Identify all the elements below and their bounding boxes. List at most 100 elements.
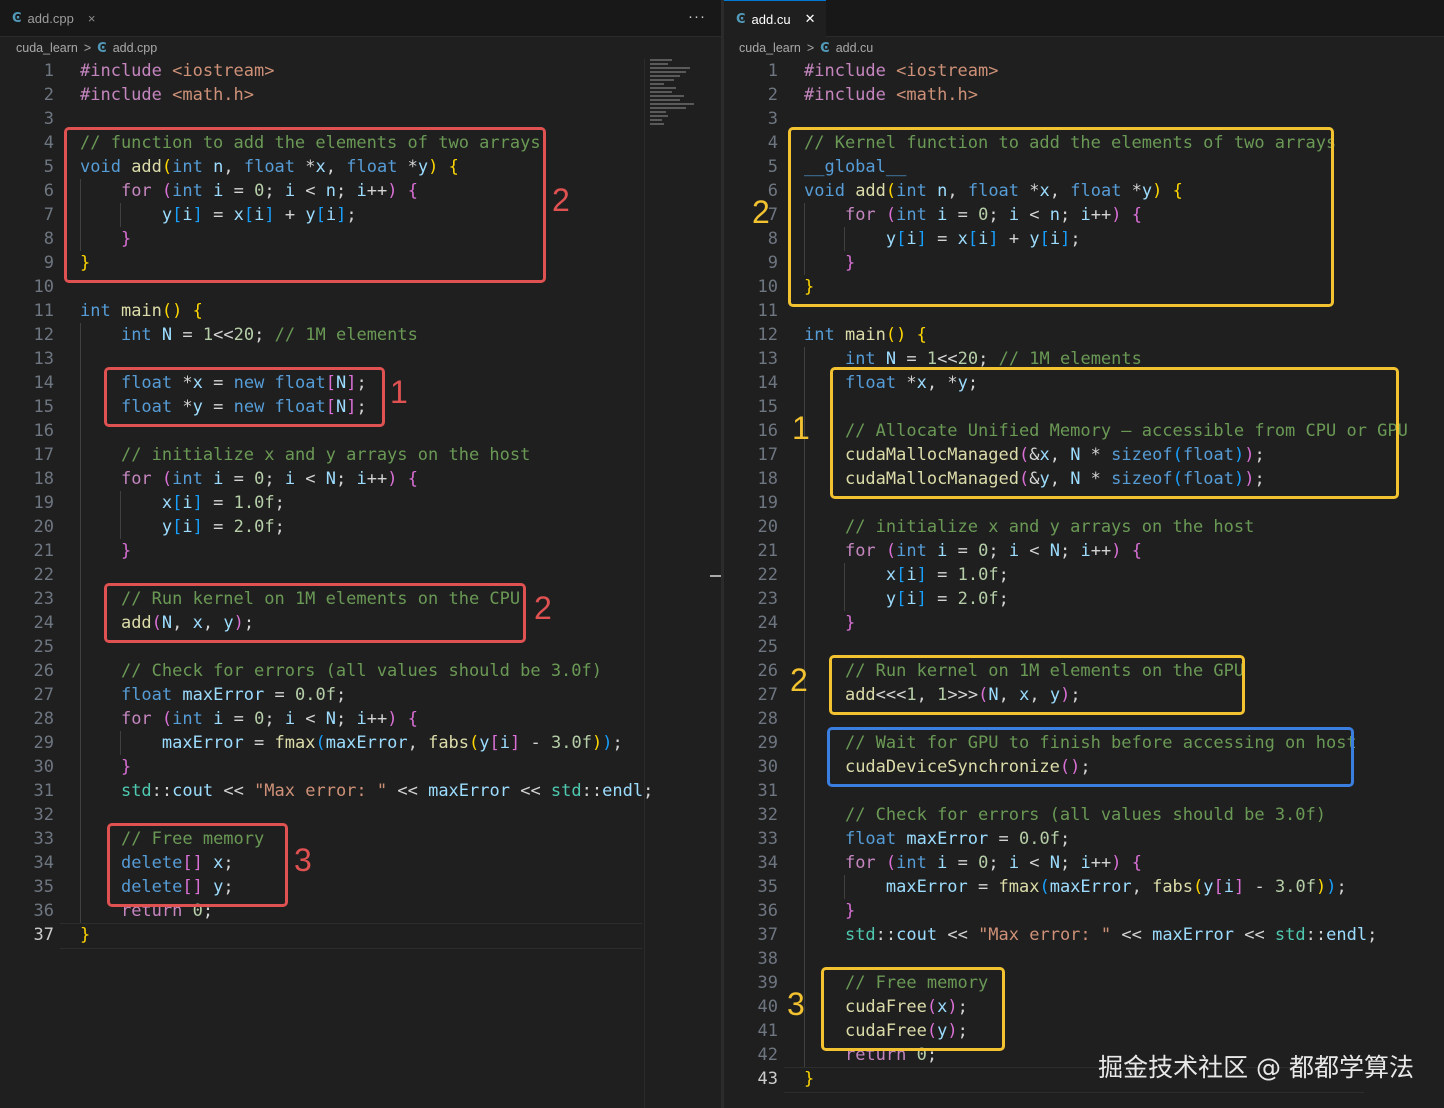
code-line[interactable]: 29 maxError = fmax(maxError, fabs(y[i] -…: [0, 731, 623, 755]
code-line[interactable]: 21 for (int i = 0; i < N; i++) {: [724, 539, 1142, 563]
code-line[interactable]: 6 for (int i = 0; i < n; i++) {: [0, 179, 418, 203]
code-line[interactable]: 12 int main() {: [724, 323, 927, 347]
code-line[interactable]: 11 int main() {: [0, 299, 203, 323]
code-line[interactable]: 4// Kernel function to add the elements …: [724, 131, 1336, 155]
breadcrumb-file[interactable]: add.cpp: [113, 41, 157, 55]
code-line[interactable]: 17 cudaMallocManaged(&x, N * sizeof(floa…: [724, 443, 1265, 467]
code-line[interactable]: 14 float *x, *y;: [724, 371, 979, 395]
code-line[interactable]: 40 cudaFree(x);: [724, 995, 968, 1019]
code-line[interactable]: 25: [724, 635, 778, 659]
tab-add-cu[interactable]: Ͼ add.cu ✕: [724, 0, 826, 37]
more-actions-icon[interactable]: ···: [688, 8, 706, 25]
code-line[interactable]: 29 // Wait for GPU to finish before acce…: [724, 731, 1357, 755]
code-token: N: [325, 469, 337, 489]
code-line[interactable]: 13: [0, 347, 54, 371]
code-line[interactable]: 8 y[i] = x[i] + y[i];: [724, 227, 1081, 251]
code-line[interactable]: 16 // Allocate Unified Memory – accessib…: [724, 419, 1408, 443]
code-line[interactable]: 28: [724, 707, 778, 731]
code-editor[interactable]: 1 #include <iostream> 2 #include <math.h> 3 4…: [0, 59, 722, 1108]
annotation-label: 2: [790, 662, 808, 698]
code-line[interactable]: 26 // Check for errors (all values shoul…: [0, 659, 602, 683]
code-line[interactable]: 36 return 0;: [0, 899, 214, 923]
code-line[interactable]: 41 cudaFree(y);: [724, 1019, 968, 1043]
code-line[interactable]: 20 // initialize x and y arrays on the h…: [724, 515, 1255, 539]
code-line[interactable]: 37}: [0, 923, 91, 947]
code-line[interactable]: 34 for (int i = 0; i < N; i++) {: [724, 851, 1142, 875]
code-line[interactable]: 27 float maxError = 0.0f;: [0, 683, 347, 707]
code-line[interactable]: 42 return 0;: [724, 1043, 938, 1067]
code-line[interactable]: 32 // Check for errors (all values shoul…: [724, 803, 1326, 827]
line-number: 27: [33, 685, 54, 705]
code-line[interactable]: 26 // Run kernel on 1M elements on the G…: [724, 659, 1245, 683]
code-line[interactable]: 19 x[i] = 1.0f;: [0, 491, 285, 515]
code-line[interactable]: 16: [0, 419, 54, 443]
code-line[interactable]: 33 // Free memory: [0, 827, 265, 851]
code-line[interactable]: 12 int N = 1<<20; // 1M elements: [0, 323, 418, 347]
code-line[interactable]: 7 y[i] = x[i] + y[i];: [0, 203, 357, 227]
code-line[interactable]: 24 add(N, x, y);: [0, 611, 255, 635]
code-token: i: [1008, 541, 1020, 561]
code-line[interactable]: 3: [0, 107, 54, 131]
tab-add-cpp[interactable]: Ͼ add.cpp ×: [0, 0, 106, 36]
code-line[interactable]: 19: [724, 491, 778, 515]
code-line[interactable]: 39 // Free memory: [724, 971, 989, 995]
breadcrumb-file[interactable]: add.cu: [836, 41, 874, 55]
code-line[interactable]: 3: [724, 107, 778, 131]
code-line[interactable]: 33 float maxError = 0.0f;: [724, 827, 1071, 851]
code-line[interactable]: 11: [724, 299, 778, 323]
code-line[interactable]: 27 add<<<1, 1>>>(N, x, y);: [724, 683, 1081, 707]
code-line[interactable]: 9 }: [724, 251, 855, 275]
code-line[interactable]: 21 }: [0, 539, 132, 563]
code-editor[interactable]: 1 #include <iostream> 2 #include <math.h> 3 4…: [724, 59, 1444, 1108]
code-line[interactable]: 28 for (int i = 0; i < N; i++) {: [0, 707, 418, 731]
code-line[interactable]: 10: [0, 275, 54, 299]
code-line[interactable]: 22: [0, 563, 54, 587]
close-icon[interactable]: ✕: [805, 11, 816, 27]
code-line[interactable]: 7 for (int i = 0; i < n; i++) {: [724, 203, 1142, 227]
code-line[interactable]: 20 y[i] = 2.0f;: [0, 515, 285, 539]
code-line[interactable]: 4// function to add the elements of two …: [0, 131, 541, 155]
line-number: 20: [757, 517, 778, 537]
code-line[interactable]: 23 y[i] = 2.0f;: [724, 587, 1009, 611]
code-line[interactable]: 15 float *y = new float[N];: [0, 395, 367, 419]
code-line[interactable]: 34 delete[] x;: [0, 851, 234, 875]
code-line[interactable]: 37 std::cout << "Max error: " << maxErro…: [724, 923, 1378, 947]
code-line[interactable]: 15: [724, 395, 778, 419]
code-line[interactable]: 30 cudaDeviceSynchronize();: [724, 755, 1091, 779]
code-line[interactable]: 35 maxError = fmax(maxError, fabs(y[i] -…: [724, 875, 1347, 899]
code-line[interactable]: 31: [724, 779, 778, 803]
code-line[interactable]: 36 }: [724, 899, 856, 923]
code-line[interactable]: 32: [0, 803, 54, 827]
code-line[interactable]: 23 // Run kernel on 1M elements on the C…: [0, 587, 521, 611]
code-line[interactable]: 35 delete[] y;: [0, 875, 234, 899]
code-line[interactable]: 5 void add(int n, float *x, float *y) {: [0, 155, 459, 179]
code-line[interactable]: 13 int N = 1<<20; // 1M elements: [724, 347, 1142, 371]
code-line[interactable]: 8 }: [0, 227, 131, 251]
code-line[interactable]: 17 // initialize x and y arrays on the h…: [0, 443, 531, 467]
code-line[interactable]: 38: [724, 947, 778, 971]
code-line[interactable]: 1 #include <iostream>: [0, 59, 275, 83]
breadcrumb-folder[interactable]: cuda_learn: [16, 41, 78, 55]
code-line[interactable]: 43}: [724, 1067, 815, 1091]
code-line[interactable]: 5 __global__: [724, 155, 907, 179]
code-line[interactable]: 25: [0, 635, 54, 659]
code-line[interactable]: 9}: [0, 251, 91, 275]
code-line[interactable]: 30 }: [0, 755, 132, 779]
line-number: 42: [757, 1045, 778, 1065]
code-line[interactable]: 2 #include <math.h>: [0, 83, 254, 107]
code-line[interactable]: 31 std::cout << "Max error: " << maxErro…: [0, 779, 654, 803]
code-token: // initialize x and y arrays on the host: [844, 517, 1255, 537]
code-line[interactable]: 14 float *x = new float[N];: [0, 371, 367, 395]
minimap[interactable]: [650, 59, 708, 139]
code-line[interactable]: 18 cudaMallocManaged(&y, N * sizeof(floa…: [724, 467, 1265, 491]
breadcrumb-folder[interactable]: cuda_learn: [739, 41, 801, 55]
code-line[interactable]: 24 }: [724, 611, 856, 635]
code-line[interactable]: 18 for (int i = 0; i < N; i++) {: [0, 467, 418, 491]
code-line[interactable]: 22 x[i] = 1.0f;: [724, 563, 1009, 587]
code-line[interactable]: 2 #include <math.h>: [724, 83, 978, 107]
code-line[interactable]: 6 void add(int n, float *x, float *y) {: [724, 179, 1183, 203]
code-line[interactable]: 10}: [724, 275, 815, 299]
code-line[interactable]: 1 #include <iostream>: [724, 59, 999, 83]
close-icon[interactable]: ×: [88, 11, 96, 26]
